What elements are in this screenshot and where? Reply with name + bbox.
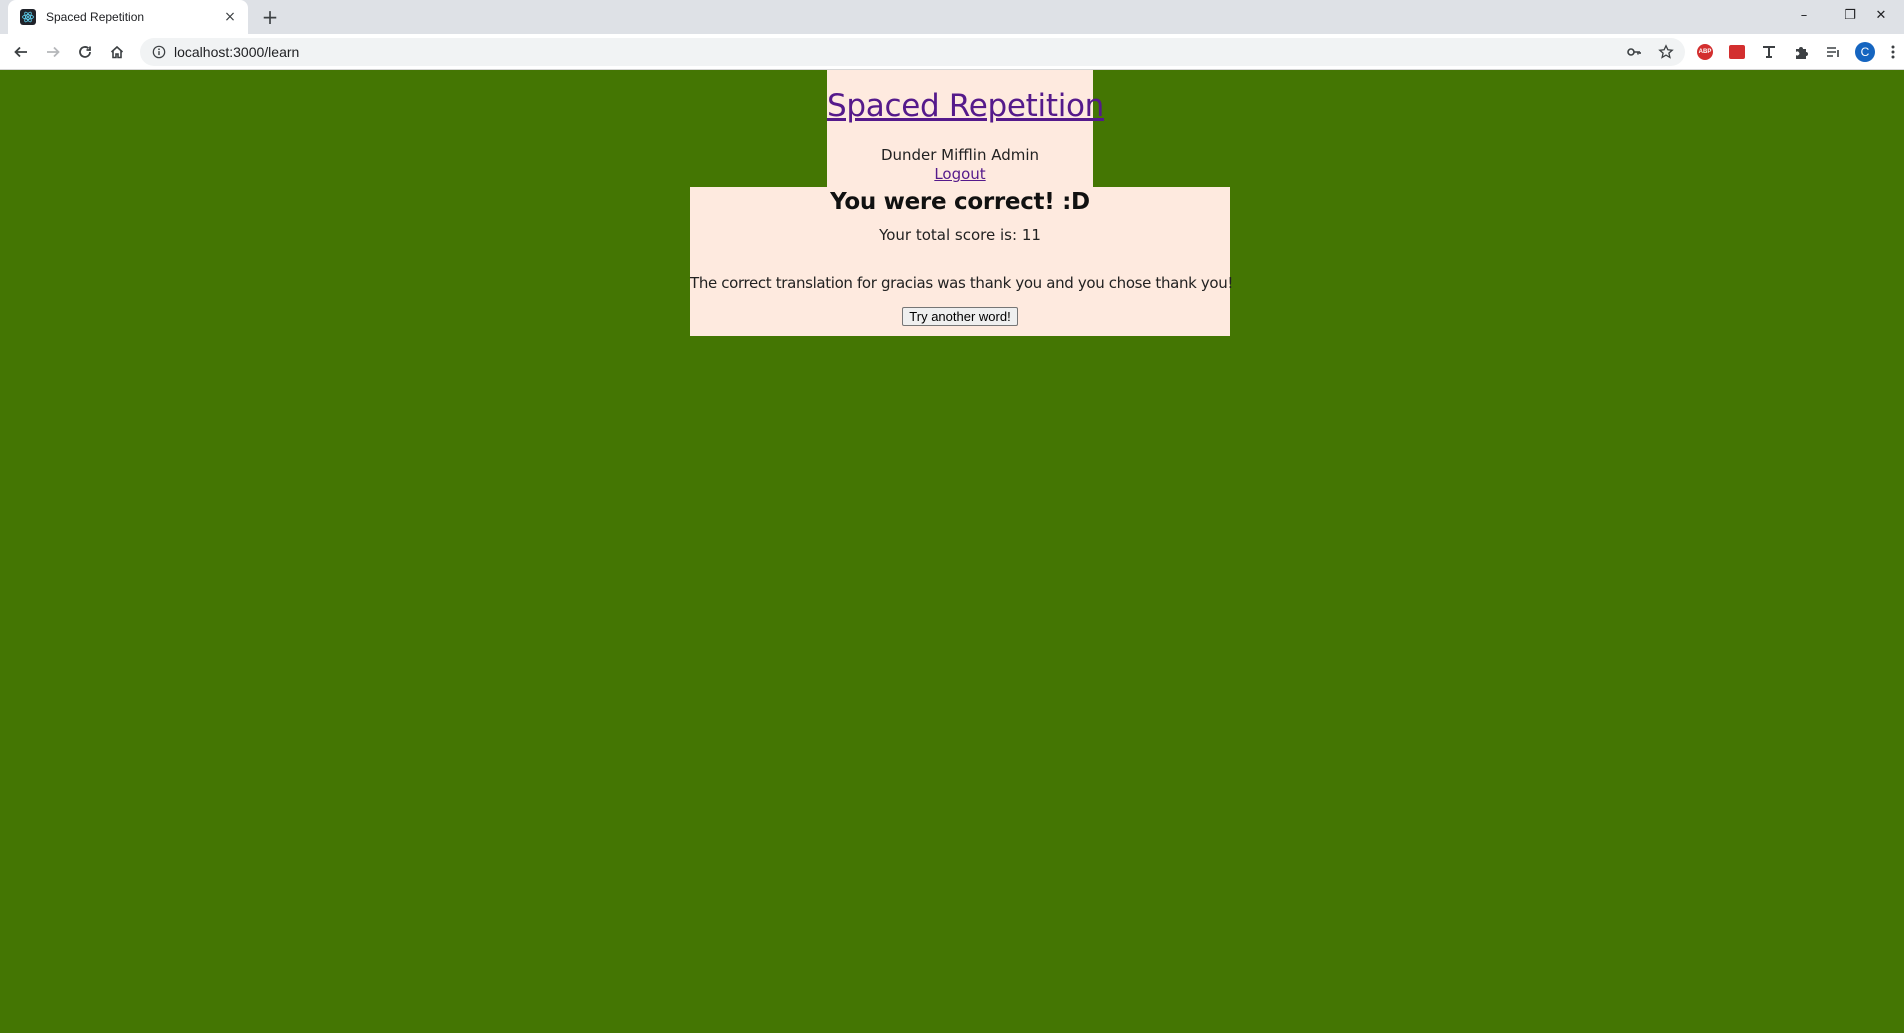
home-button[interactable] (103, 38, 131, 66)
site-header: Spaced Repetition Dunder Mifflin Admin L… (827, 70, 1104, 187)
tab-strip: Spaced Repetition × + – ❐ ✕ (0, 0, 1904, 34)
translation-feedback: The correct translation for gracias was … (690, 274, 1234, 292)
page-content: Spaced Repetition Dunder Mifflin Admin L… (0, 70, 1904, 1033)
user-name: Dunder Mifflin Admin (880, 146, 1040, 164)
tab-close-icon[interactable]: × (222, 9, 238, 25)
tab-title: Spaced Repetition (46, 10, 145, 24)
address-bar[interactable]: localhost:3000/learn (140, 38, 1685, 66)
back-arrow-icon (14, 46, 27, 58)
password-key-icon[interactable] (1622, 40, 1646, 64)
window-close-button[interactable]: ✕ (1858, 0, 1904, 30)
react-favicon-icon (20, 9, 36, 25)
window-minimize-button[interactable]: – (1781, 0, 1827, 30)
profile-avatar[interactable]: C (1854, 41, 1876, 63)
extensions-puzzle-icon[interactable] (1790, 41, 1812, 63)
total-score: Your total score is: 11 (879, 226, 1041, 244)
back-button[interactable] (7, 38, 35, 66)
feedback-panel: You were correct! :D Your total score is… (690, 187, 1234, 336)
home-icon (110, 45, 124, 59)
logout-link[interactable]: Logout (827, 165, 1093, 183)
reload-icon (79, 46, 91, 58)
url-text: localhost:3000/learn (174, 44, 300, 60)
red-extension-icon[interactable] (1726, 41, 1748, 63)
text-extension-icon[interactable] (1758, 41, 1780, 63)
reading-list-icon[interactable] (1822, 41, 1844, 63)
reload-button[interactable] (71, 38, 99, 66)
forward-arrow-icon (47, 46, 60, 58)
feedback-heading: You were correct! :D (830, 189, 1090, 215)
new-tab-button[interactable]: + (258, 5, 282, 29)
bookmark-star-icon[interactable] (1654, 40, 1678, 64)
adblock-extension-icon[interactable]: ABP (1694, 41, 1716, 63)
browser-toolbar: localhost:3000/learn ABP C (0, 34, 1904, 70)
browser-menu-icon[interactable] (1882, 41, 1904, 63)
browser-tab[interactable]: Spaced Repetition × (8, 0, 248, 34)
forward-button[interactable] (39, 38, 67, 66)
site-info-icon[interactable] (152, 45, 166, 59)
site-title-link[interactable]: Spaced Repetition (827, 88, 1104, 124)
try-another-word-button[interactable]: Try another word! (902, 307, 1018, 326)
